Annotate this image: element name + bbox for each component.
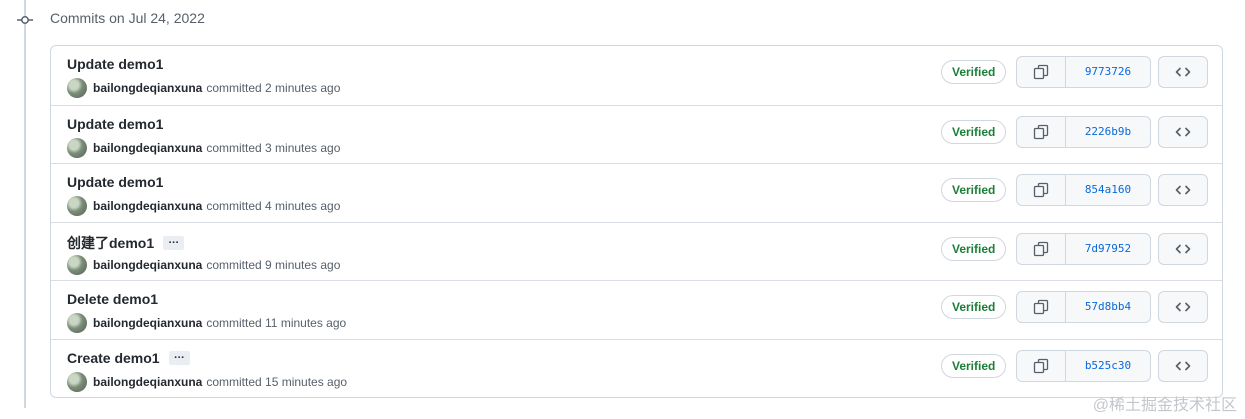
author-link[interactable]: bailongdeqianxuna xyxy=(93,375,202,389)
commit-row: Update demo1 bailongdeqianxuna committed… xyxy=(51,163,1222,222)
watermark: @稀土掘金技术社区 xyxy=(1092,397,1237,414)
copy-icon xyxy=(1033,182,1049,198)
verified-badge[interactable]: Verified xyxy=(941,60,1007,84)
commit-row: Delete demo1 bailongdeqianxuna committed… xyxy=(51,280,1222,339)
sha-button-group: 7d97952 xyxy=(1016,232,1151,265)
copy-icon xyxy=(1033,64,1049,80)
commit-time: committed 3 minutes ago xyxy=(206,140,341,155)
verified-badge[interactable]: Verified xyxy=(941,295,1007,319)
commit-sha-link[interactable]: 854a160 xyxy=(1066,175,1150,205)
sha-button-group: 57d8bb4 xyxy=(1016,291,1151,323)
verified-badge[interactable]: Verified xyxy=(941,353,1007,378)
copy-icon xyxy=(1033,241,1049,256)
avatar[interactable] xyxy=(67,78,87,98)
sha-button-group: 2226b9b xyxy=(1016,115,1151,148)
commit-sha-link[interactable]: 57d8bb4 xyxy=(1066,292,1150,322)
git-commit-icon xyxy=(17,12,33,28)
sha-button-group: b525c30 xyxy=(1016,349,1151,382)
copy-sha-button[interactable] xyxy=(1017,116,1066,147)
avatar[interactable] xyxy=(67,254,87,275)
code-icon xyxy=(1175,243,1191,254)
commit-time: committed 2 minutes ago xyxy=(206,81,341,95)
copy-icon xyxy=(1033,124,1049,139)
copy-sha-button[interactable] xyxy=(1017,57,1066,87)
browse-repo-button[interactable] xyxy=(1158,174,1208,206)
commit-group-title: Commits on Jul 24, 2022 xyxy=(50,10,205,26)
copy-sha-button[interactable] xyxy=(1017,350,1066,381)
commit-row: Update demo1 bailongdeqianxuna committed… xyxy=(51,104,1222,164)
avatar[interactable] xyxy=(67,196,87,216)
author-link[interactable]: bailongdeqianxuna xyxy=(93,258,202,272)
avatar[interactable] xyxy=(67,313,87,333)
commit-message-link[interactable]: Create demo1 xyxy=(67,350,160,366)
browse-repo-button[interactable] xyxy=(1158,56,1208,88)
author-link[interactable]: bailongdeqianxuna xyxy=(93,316,202,330)
verified-badge[interactable]: Verified xyxy=(941,119,1007,144)
commit-time: committed 11 minutes ago xyxy=(206,316,347,330)
expand-message-button[interactable]: … xyxy=(168,349,190,365)
commit-message-link[interactable]: Delete demo1 xyxy=(67,291,158,307)
browse-repo-button[interactable] xyxy=(1158,349,1208,382)
expand-message-button[interactable]: … xyxy=(163,234,185,250)
copy-sha-button[interactable] xyxy=(1017,292,1066,322)
commit-time: committed 15 minutes ago xyxy=(206,374,348,389)
commit-message-link[interactable]: Update demo1 xyxy=(67,56,163,72)
copy-sha-button[interactable] xyxy=(1017,233,1066,264)
avatar[interactable] xyxy=(67,137,87,158)
commit-row: Create demo1 … bailongdeqianxuna committ… xyxy=(51,338,1222,398)
browse-repo-button[interactable] xyxy=(1158,291,1208,323)
commit-sha-link[interactable]: 9773726 xyxy=(1066,57,1150,87)
sha-button-group: 854a160 xyxy=(1016,174,1151,206)
verified-badge[interactable]: Verified xyxy=(941,236,1007,261)
code-icon xyxy=(1175,67,1191,77)
commit-message-link[interactable]: 创建了demo1 xyxy=(67,233,154,253)
commit-sha-link[interactable]: 2226b9b xyxy=(1066,117,1150,147)
commit-sha-link[interactable]: b525c30 xyxy=(1066,351,1150,381)
author-link[interactable]: bailongdeqianxuna xyxy=(93,199,202,213)
commit-row: 创建了demo1 … bailongdeqianxuna committed 9… xyxy=(51,221,1222,281)
copy-icon xyxy=(1033,358,1049,373)
author-link[interactable]: bailongdeqianxuna xyxy=(93,141,202,155)
commit-row: Update demo1 bailongdeqianxuna committed… xyxy=(51,46,1222,105)
timeline-line xyxy=(24,0,26,408)
code-icon xyxy=(1175,360,1191,371)
copy-icon xyxy=(1033,299,1049,315)
avatar[interactable] xyxy=(67,371,87,392)
commit-message-link[interactable]: Update demo1 xyxy=(67,116,163,132)
browse-repo-button[interactable] xyxy=(1158,232,1208,265)
commit-sha-link[interactable]: 7d97952 xyxy=(1066,234,1150,264)
verified-badge[interactable]: Verified xyxy=(941,178,1007,202)
commit-time: committed 9 minutes ago xyxy=(206,257,341,272)
author-link[interactable]: bailongdeqianxuna xyxy=(93,81,202,95)
commit-time: committed 4 minutes ago xyxy=(206,199,341,213)
sha-button-group: 9773726 xyxy=(1016,56,1151,88)
commit-list: Update demo1 bailongdeqianxuna committed… xyxy=(50,45,1223,398)
copy-sha-button[interactable] xyxy=(1017,175,1066,205)
commit-message-link[interactable]: Update demo1 xyxy=(67,174,163,190)
code-icon xyxy=(1175,126,1191,137)
code-icon xyxy=(1175,302,1191,312)
browse-repo-button[interactable] xyxy=(1158,115,1208,148)
code-icon xyxy=(1175,185,1191,195)
